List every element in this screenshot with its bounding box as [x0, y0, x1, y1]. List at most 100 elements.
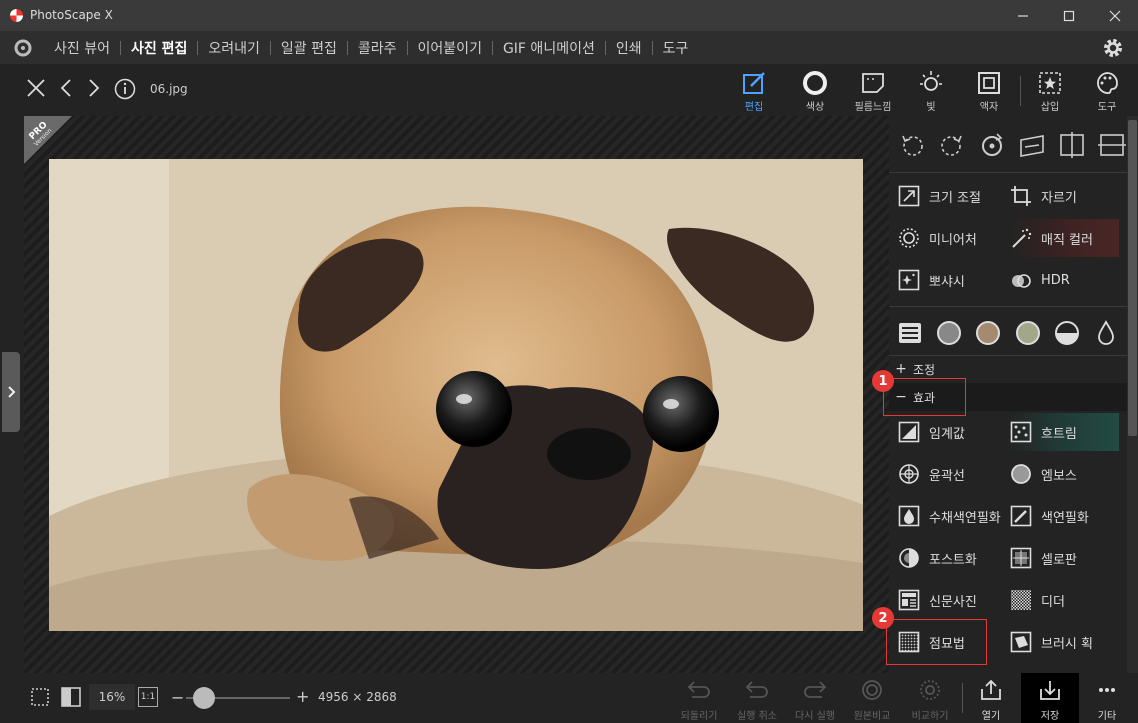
toolbar-divider	[1020, 76, 1021, 106]
green-tone-icon[interactable]	[1015, 320, 1041, 346]
menu-item-5[interactable]: 이어붙이기	[408, 38, 492, 58]
info-icon[interactable]	[114, 78, 136, 104]
list-icon[interactable]	[897, 320, 923, 346]
rotate-right-icon[interactable]	[937, 128, 967, 162]
button-label: 미니어처	[929, 232, 977, 248]
miniature-button[interactable]: 미니어처	[897, 219, 1009, 257]
tool-edit[interactable]: 편집	[726, 68, 782, 113]
bottom-bar: 16% 1:1 − + 4956 × 2868 되돌리기 실행 취소 다시 실행…	[0, 673, 1138, 723]
tool-film[interactable]: 필름느낌	[845, 68, 901, 113]
menu-item-2[interactable]: 오려내기	[198, 38, 270, 58]
brush-stroke-button[interactable]: 브러시 획	[1009, 623, 1127, 661]
action-label: 다시 실행	[795, 711, 835, 722]
outline-button[interactable]: 윤곽선	[897, 455, 1009, 493]
compare-original-button[interactable]: 원본비교	[843, 679, 901, 722]
rotate-free-icon[interactable]	[977, 128, 1007, 162]
redo-button[interactable]: 다시 실행	[786, 679, 844, 722]
crop-icon	[1009, 184, 1033, 208]
menu-item-7[interactable]: 인쇄	[606, 38, 652, 58]
menu-item-0[interactable]: 사진 뷰어	[44, 38, 120, 58]
newspaper-button[interactable]: 신문사진	[897, 581, 1009, 619]
panel-scrollbar-thumb[interactable]	[1128, 120, 1137, 436]
chevron-left-icon[interactable]	[58, 78, 74, 102]
compare-button[interactable]: 비교하기	[901, 679, 959, 722]
close-window-button[interactable]	[1092, 0, 1138, 31]
resize-button[interactable]: 크기 조절	[897, 177, 1009, 215]
gear-icon[interactable]	[1102, 37, 1124, 63]
threshold-icon	[897, 420, 921, 444]
action-label: 기타	[1097, 711, 1117, 722]
actual-size-button[interactable]: 1:1	[138, 687, 158, 707]
menu-item-3[interactable]: 일괄 편집	[271, 38, 347, 58]
zoom-display[interactable]: 16%	[89, 684, 135, 710]
tool-light[interactable]: 빛	[903, 68, 959, 113]
tool-tools[interactable]: 도구	[1079, 68, 1135, 113]
threshold-button[interactable]: 임계값	[897, 413, 1009, 451]
menu-item-6[interactable]: GIF 애니메이션	[493, 38, 605, 58]
action-label: 열기	[981, 711, 1001, 722]
cellophane-button[interactable]: 셀로판	[1009, 539, 1127, 577]
maximize-button[interactable]	[1046, 0, 1092, 31]
menu-item-1[interactable]: 사진 편집	[121, 38, 197, 58]
revert-button[interactable]: 되돌리기	[670, 679, 728, 722]
save-button[interactable]: 저장	[1021, 673, 1079, 723]
compare-view-icon[interactable]	[60, 686, 82, 712]
flip-horizontal-icon[interactable]	[1057, 128, 1087, 162]
color-pencil-button[interactable]: 색연필화	[1009, 497, 1127, 535]
app-title: PhotoScape X	[30, 8, 113, 22]
tool-frame[interactable]: 액자	[961, 68, 1017, 113]
revert-icon	[687, 681, 710, 698]
watercolor-pencil-button[interactable]: 수채색연필화	[897, 497, 1009, 535]
redo-icon	[804, 681, 827, 698]
gray-tone-icon[interactable]	[936, 320, 962, 346]
search-icon[interactable]	[12, 37, 34, 63]
undo-button[interactable]: 실행 취소	[728, 679, 786, 722]
menu-item-8[interactable]: 도구	[653, 38, 699, 58]
photo-image	[49, 159, 863, 631]
divider	[889, 306, 1127, 307]
flip-vertical-icon[interactable]	[1097, 128, 1127, 162]
cellophane-icon	[1009, 546, 1033, 570]
open-button[interactable]: 열기	[962, 679, 1020, 722]
tool-color[interactable]: 색상	[787, 68, 843, 113]
crop-button[interactable]: 자르기	[1009, 177, 1127, 215]
drop-icon[interactable]	[1093, 320, 1119, 346]
expand-sidebar-handle[interactable]	[2, 352, 20, 432]
tool-insert[interactable]: 삽입	[1022, 68, 1078, 113]
close-icon[interactable]	[26, 78, 46, 102]
select-area-icon[interactable]	[30, 687, 50, 711]
soft-glow-button[interactable]: 뽀샤시	[897, 261, 1009, 299]
straighten-icon[interactable]	[1017, 128, 1047, 162]
button-label: 디더	[1041, 594, 1065, 610]
minimize-button[interactable]	[1000, 0, 1046, 31]
dither-icon	[1009, 588, 1033, 612]
contrast-icon[interactable]	[1054, 320, 1080, 346]
miniature-icon	[897, 226, 921, 250]
dither-button[interactable]: 디더	[1009, 581, 1127, 619]
zoom-in-button[interactable]: +	[296, 687, 309, 706]
newspaper-icon	[897, 588, 921, 612]
image-dimensions: 4956 × 2868	[318, 690, 397, 704]
posterize-button[interactable]: 포스트화	[897, 539, 1009, 577]
sparkle-icon	[897, 268, 921, 292]
menu-item-4[interactable]: 콜라주	[348, 38, 407, 58]
more-button[interactable]: 기타	[1078, 679, 1136, 722]
resize-icon	[897, 184, 921, 208]
toolbar: 06.jpg 편집 색상 필름느낌 빛 액자 삽입 도구	[0, 64, 1138, 116]
button-label: 셀로판	[1041, 552, 1077, 568]
scatter-button[interactable]: 흐트림	[1009, 413, 1119, 451]
action-label: 되돌리기	[680, 711, 718, 722]
chevron-right-icon[interactable]	[86, 78, 102, 102]
magic-color-button[interactable]: 매직 컬러	[1009, 219, 1119, 257]
emboss-button[interactable]: 엠보스	[1009, 455, 1127, 493]
hdr-button[interactable]: HDR	[1009, 261, 1127, 299]
button-label: 뽀샤시	[929, 274, 965, 290]
sepia-tone-icon[interactable]	[975, 320, 1001, 346]
frame-icon	[961, 68, 1017, 98]
button-label: 색연필화	[1041, 510, 1089, 526]
more-icon	[1099, 688, 1115, 692]
button-label: 윤곽선	[929, 468, 965, 484]
zoom-out-button[interactable]: −	[171, 688, 184, 707]
zoom-slider-knob[interactable]	[193, 687, 215, 709]
rotate-left-icon[interactable]	[897, 128, 927, 162]
